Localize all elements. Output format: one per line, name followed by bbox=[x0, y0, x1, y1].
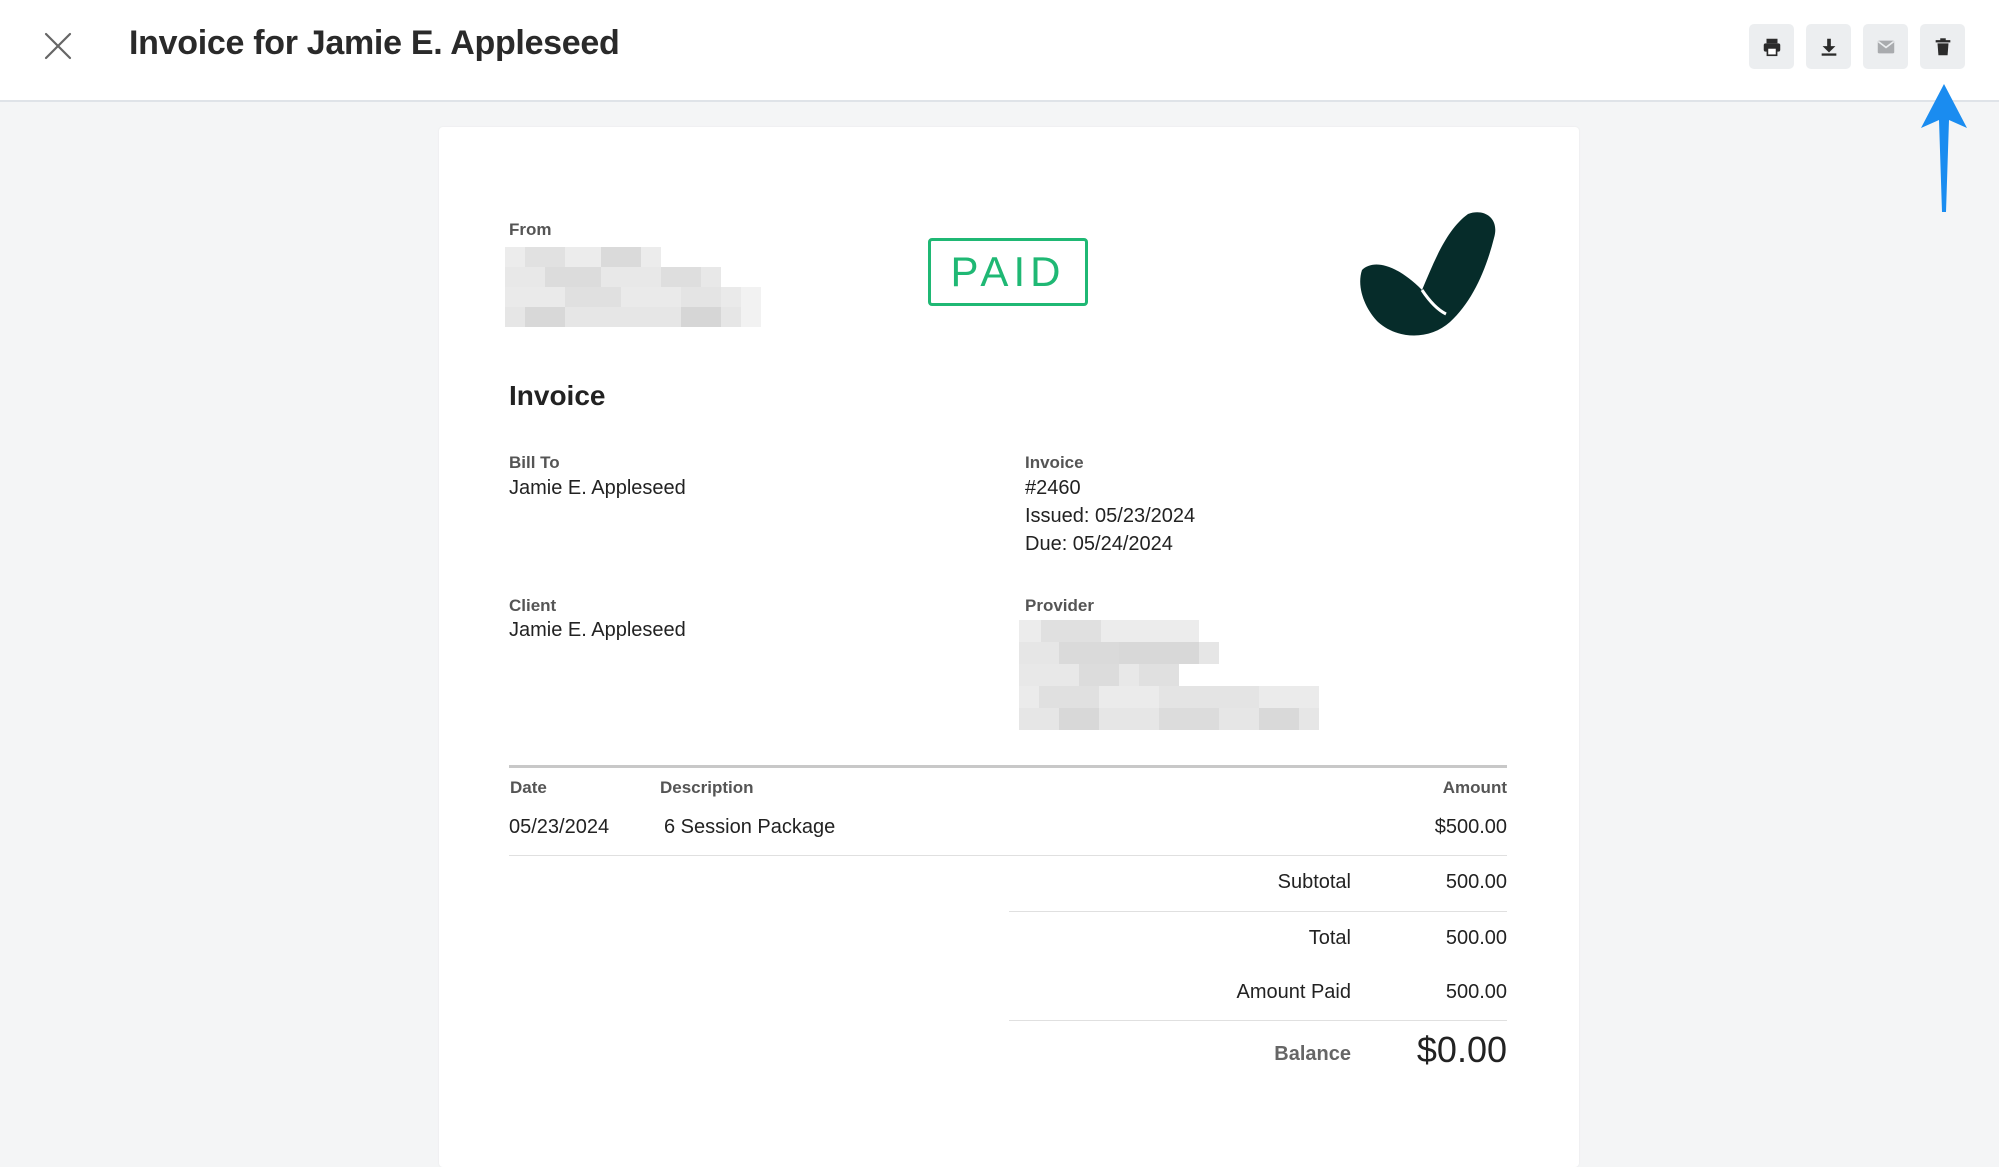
column-header-amount: Amount bbox=[1442, 778, 1507, 797]
delete-button[interactable] bbox=[1920, 24, 1965, 69]
invoice-label: Invoice bbox=[1025, 453, 1084, 472]
from-label: From bbox=[509, 220, 552, 239]
page-title: Invoice for Jamie E. Appleseed bbox=[129, 24, 620, 62]
amount-paid-label: Amount Paid bbox=[1236, 981, 1351, 1003]
due-date: Due: 05/24/2024 bbox=[1025, 533, 1173, 555]
balance-value: $0.00 bbox=[1416, 1029, 1507, 1070]
row-description: 6 Session Package bbox=[664, 816, 836, 838]
close-icon[interactable] bbox=[40, 28, 76, 64]
provider-label: Provider bbox=[1025, 596, 1094, 615]
client-name: Jamie E. Appleseed bbox=[509, 619, 686, 641]
issued-date: Issued: 05/23/2024 bbox=[1025, 505, 1196, 527]
arrow-up-icon bbox=[1921, 84, 1967, 212]
mail-icon bbox=[1877, 40, 1894, 53]
trash-icon bbox=[1935, 37, 1950, 55]
invoice-document: From PAID Invoice Bill To Jamie E. Apple… bbox=[439, 127, 1579, 1167]
bill-to-label: Bill To bbox=[509, 453, 560, 472]
bill-to-name: Jamie E. Appleseed bbox=[509, 477, 686, 499]
totals-divider bbox=[1009, 911, 1507, 912]
download-button[interactable] bbox=[1806, 24, 1851, 69]
table-divider bbox=[509, 765, 1507, 768]
balance-divider bbox=[1009, 1020, 1507, 1021]
invoice-number: #2460 bbox=[1025, 477, 1081, 499]
row-amount: $500.00 bbox=[1434, 816, 1507, 838]
subtotal-value: 500.00 bbox=[1445, 871, 1507, 893]
client-label: Client bbox=[509, 596, 557, 615]
column-header-date: Date bbox=[510, 778, 547, 797]
row-divider bbox=[509, 855, 1507, 856]
top-bar: Invoice for Jamie E. Appleseed bbox=[0, 0, 1999, 102]
total-label: Total bbox=[1308, 927, 1351, 949]
printer-icon bbox=[1763, 38, 1780, 56]
amount-paid-value: 500.00 bbox=[1445, 981, 1507, 1003]
from-address-redacted bbox=[505, 247, 761, 327]
paid-stamp: PAID bbox=[928, 238, 1088, 306]
print-button[interactable] bbox=[1749, 24, 1794, 69]
total-value: 500.00 bbox=[1445, 927, 1507, 949]
balance-label: Balance bbox=[1274, 1043, 1351, 1065]
email-button[interactable] bbox=[1863, 24, 1908, 69]
provider-address-redacted bbox=[1019, 620, 1319, 730]
row-date: 05/23/2024 bbox=[509, 816, 610, 838]
company-logo bbox=[1360, 212, 1496, 336]
download-icon bbox=[1821, 38, 1836, 56]
subtotal-label: Subtotal bbox=[1277, 871, 1351, 893]
invoice-heading: Invoice bbox=[509, 380, 606, 411]
column-header-description: Description bbox=[660, 778, 754, 797]
